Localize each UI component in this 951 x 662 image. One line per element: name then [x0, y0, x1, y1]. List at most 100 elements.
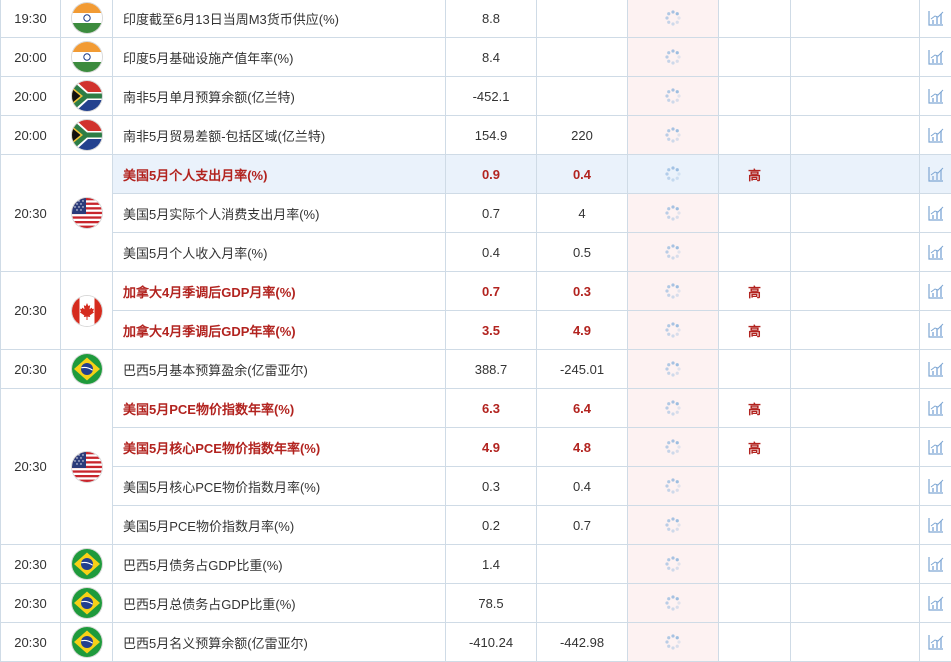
published-value-cell: [627, 583, 719, 623]
chart-link-cell[interactable]: [919, 310, 951, 350]
loading-spinner-icon: [664, 321, 682, 339]
event-time: 20:30: [0, 349, 61, 389]
chart-link-cell[interactable]: [919, 232, 951, 272]
india-flag-icon: [71, 3, 102, 33]
event-name[interactable]: 加拿大4月季调后GDP月率(%): [112, 271, 446, 311]
bar-chart-icon[interactable]: [927, 87, 945, 105]
loading-spinner-icon: [664, 126, 682, 144]
event-name[interactable]: 加拿大4月季调后GDP年率(%): [112, 310, 446, 350]
event-row[interactable]: 20:30 巴西5月名义预算余额(亿雷亚尔) -410.24 -442.98: [0, 622, 951, 662]
event-row[interactable]: 美国5月实际个人消费支出月率(%) 0.7 4: [1, 193, 951, 233]
country-flag-cell: [60, 37, 113, 77]
importance-label: [718, 232, 791, 272]
chart-link-cell[interactable]: [919, 115, 951, 155]
bar-chart-icon[interactable]: [927, 126, 945, 144]
event-time: 20:30: [0, 544, 61, 584]
chart-link-cell[interactable]: [919, 349, 951, 389]
forecast-value: 6.4: [536, 388, 628, 428]
event-row[interactable]: 19:30 印度截至6月13日当周M3货币供应(%) 8.8: [0, 0, 951, 38]
loading-spinner-icon: [664, 516, 682, 534]
event-row[interactable]: 20:30 巴西5月总债务占GDP比重(%) 78.5: [0, 583, 951, 623]
bar-chart-icon[interactable]: [927, 165, 945, 183]
chart-link-cell[interactable]: [919, 544, 951, 584]
published-value-cell: [627, 388, 719, 428]
interpretation-cell: [790, 310, 920, 350]
bar-chart-icon[interactable]: [927, 477, 945, 495]
event-row[interactable]: 20:00 南非5月贸易差额-包括区域(亿兰特) 154.9 220: [0, 115, 951, 155]
chart-link-cell[interactable]: [919, 76, 951, 116]
interpretation-cell: [790, 37, 920, 77]
event-name[interactable]: 美国5月实际个人消费支出月率(%): [112, 193, 446, 233]
event-row[interactable]: 20:00 印度5月基础设施产值年率(%) 8.4: [0, 37, 951, 77]
country-flag-cell: [60, 349, 113, 389]
bar-chart-icon[interactable]: [927, 243, 945, 261]
event-name[interactable]: 美国5月核心PCE物价指数年率(%): [112, 427, 446, 467]
event-name[interactable]: 南非5月单月预算余额(亿兰特): [112, 76, 446, 116]
bar-chart-icon[interactable]: [927, 9, 945, 27]
event-name[interactable]: 美国5月个人收入月率(%): [112, 232, 446, 272]
chart-link-cell[interactable]: [919, 0, 951, 38]
event-name[interactable]: 巴西5月名义预算余额(亿雷亚尔): [112, 622, 446, 662]
event-row[interactable]: 美国5月个人收入月率(%) 0.4 0.5: [1, 232, 951, 272]
event-row[interactable]: 加拿大4月季调后GDP年率(%) 3.5 4.9 高: [1, 310, 951, 350]
economic-calendar-table: 19:30 印度截至6月13日当周M3货币供应(%) 8.8 20:00 印度5月基础设…: [0, 0, 951, 662]
canada-flag-icon: [71, 295, 102, 326]
event-row[interactable]: 20:30 巴西5月基本预算盈余(亿雷亚尔) 388.7 -245.01: [0, 349, 951, 389]
event-row[interactable]: 美国5月核心PCE物价指数月率(%) 0.3 0.4: [1, 466, 951, 506]
bar-chart-icon[interactable]: [927, 516, 945, 534]
importance-label: 高: [718, 310, 791, 350]
event-name[interactable]: 美国5月个人支出月率(%): [112, 154, 446, 194]
event-name[interactable]: 美国5月PCE物价指数年率(%): [112, 388, 446, 428]
previous-value: 0.3: [445, 466, 537, 506]
brazil-flag-icon: [71, 588, 102, 618]
published-value-cell: [627, 544, 719, 584]
loading-spinner-icon: [664, 438, 682, 456]
bar-chart-icon[interactable]: [927, 321, 945, 339]
event-name[interactable]: 巴西5月基本预算盈余(亿雷亚尔): [112, 349, 446, 389]
previous-value: 3.5: [445, 310, 537, 350]
chart-link-cell[interactable]: [919, 466, 951, 506]
bar-chart-icon[interactable]: [927, 282, 945, 300]
event-row[interactable]: 美国5月PCE物价指数月率(%) 0.2 0.7: [1, 505, 951, 545]
chart-link-cell[interactable]: [919, 505, 951, 545]
chart-link-cell[interactable]: [919, 622, 951, 662]
bar-chart-icon[interactable]: [927, 204, 945, 222]
event-row[interactable]: 美国5月核心PCE物价指数年率(%) 4.9 4.8 高: [1, 427, 951, 467]
bar-chart-icon[interactable]: [927, 48, 945, 66]
previous-value: 6.3: [445, 388, 537, 428]
bar-chart-icon[interactable]: [927, 438, 945, 456]
bar-chart-icon[interactable]: [927, 594, 945, 612]
chart-link-cell[interactable]: [919, 37, 951, 77]
chart-link-cell[interactable]: [919, 271, 951, 311]
chart-link-cell[interactable]: [919, 154, 951, 194]
event-name[interactable]: 南非5月贸易差额-包括区域(亿兰特): [112, 115, 446, 155]
bar-chart-icon[interactable]: [927, 360, 945, 378]
event-row[interactable]: 20:30 巴西5月债务占GDP比重(%) 1.4: [0, 544, 951, 584]
event-name[interactable]: 巴西5月总债务占GDP比重(%): [112, 583, 446, 623]
chart-link-cell[interactable]: [919, 427, 951, 467]
chart-link-cell[interactable]: [919, 388, 951, 428]
event-name[interactable]: 印度5月基础设施产值年率(%): [112, 37, 446, 77]
forecast-value: 4: [536, 193, 628, 233]
loading-spinner-icon: [664, 399, 682, 417]
event-row[interactable]: 20:30 加拿大4月季调后GDP月率(%) 0.7 0.3 高: [0, 271, 951, 350]
event-name[interactable]: 印度截至6月13日当周M3货币供应(%): [112, 0, 446, 38]
published-value-cell: [627, 232, 719, 272]
published-value-cell: [627, 154, 719, 194]
event-name[interactable]: 巴西5月债务占GDP比重(%): [112, 544, 446, 584]
event-time: 20:30: [0, 622, 61, 662]
previous-value: 8.8: [445, 0, 537, 38]
event-name[interactable]: 美国5月核心PCE物价指数月率(%): [112, 466, 446, 506]
bar-chart-icon[interactable]: [927, 555, 945, 573]
previous-value: 78.5: [445, 583, 537, 623]
event-row[interactable]: 20:00 南非5月单月预算余额(亿兰特) -452.1: [0, 76, 951, 116]
published-value-cell: [627, 505, 719, 545]
event-row[interactable]: 20:30 美国5月个人支出月率(%) 0.9 0.4 高: [0, 154, 951, 272]
event-name[interactable]: 美国5月PCE物价指数月率(%): [112, 505, 446, 545]
bar-chart-icon[interactable]: [927, 633, 945, 651]
chart-link-cell[interactable]: [919, 193, 951, 233]
event-row[interactable]: 20:30 美国5月PCE物价指数年率(%) 6.3 6.4 高: [0, 388, 951, 545]
bar-chart-icon[interactable]: [927, 399, 945, 417]
interpretation-cell: [790, 154, 920, 194]
chart-link-cell[interactable]: [919, 583, 951, 623]
